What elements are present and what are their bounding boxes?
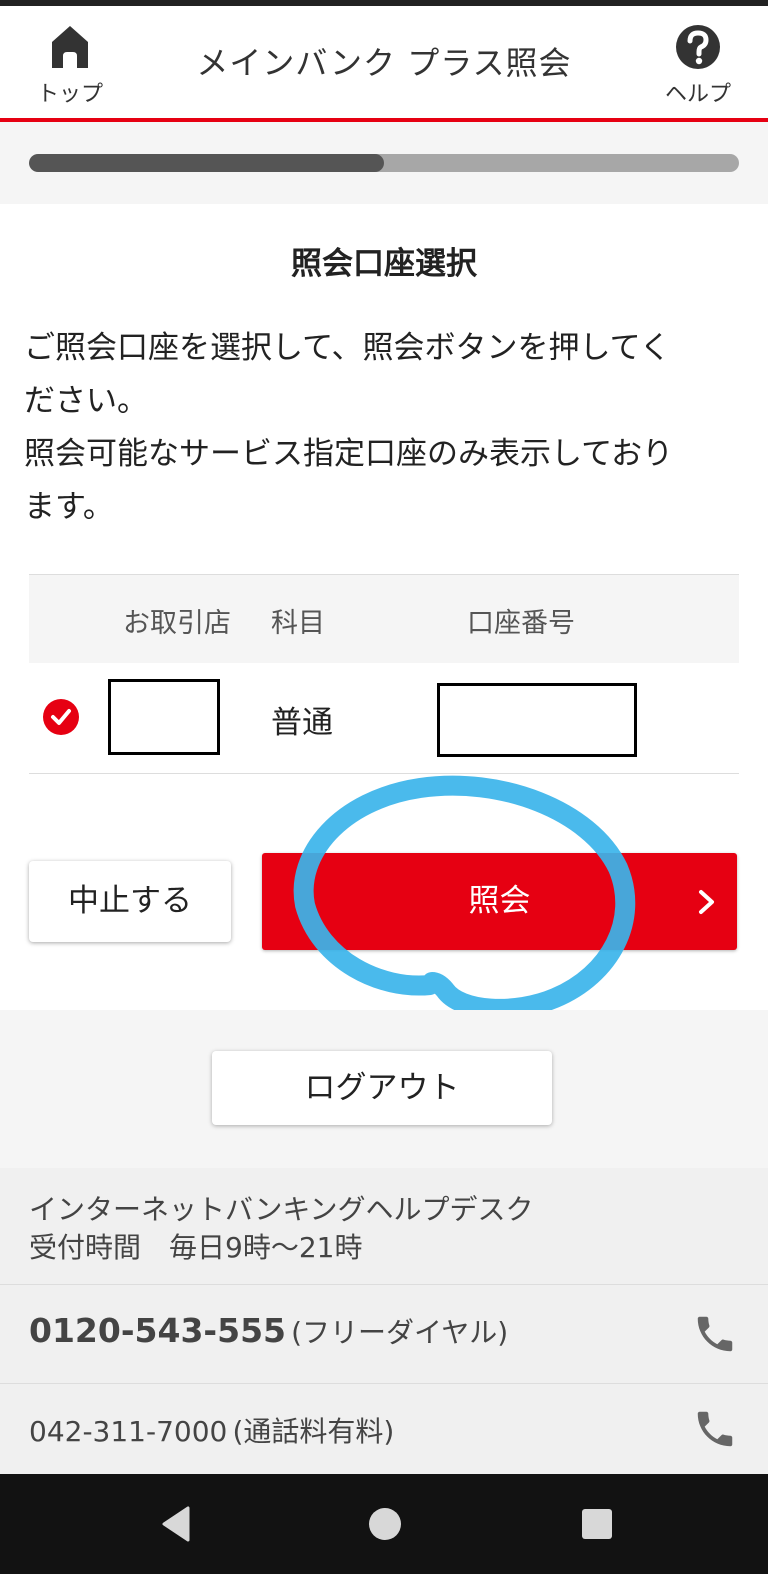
table-header: お取引店 科目 口座番号 <box>29 574 739 664</box>
recents-square-icon[interactable] <box>572 1499 622 1549</box>
phone-number-text: 0120-543-555 (フリーダイヤル) <box>29 1311 508 1351</box>
phone-icon <box>697 1411 733 1447</box>
inquiry-button-label: 照会 <box>468 883 531 919</box>
phone-number: 0120-543-555 <box>29 1311 287 1350</box>
helpdesk-info: インターネットバンキングヘルプデスク 受付時間 毎日9時～21時 <box>0 1168 768 1285</box>
column-header-branch: お取引店 <box>123 608 231 639</box>
branch-value-redacted <box>108 679 220 755</box>
inquiry-button[interactable]: 照会 <box>262 853 737 950</box>
column-header-account: 口座番号 <box>467 608 575 639</box>
cancel-button[interactable]: 中止する <box>29 861 231 942</box>
instructions-line: 照会可能なサービス指定口座のみ表示しており <box>24 436 674 472</box>
phone-note: (フリーダイヤル) <box>291 1316 509 1349</box>
home-label: トップ <box>36 82 103 107</box>
table-row[interactable]: 普通 <box>29 663 739 774</box>
home-button[interactable]: トップ <box>15 10 125 110</box>
phone-number: 042-311-7000 <box>29 1415 228 1448</box>
helpdesk-hours: 受付時間 毎日9時～21時 <box>29 1231 363 1264</box>
instructions-line: ご照会口座を選択して、照会ボタンを押してく <box>24 330 671 366</box>
column-header-type: 科目 <box>271 608 325 639</box>
account-type-value: 普通 <box>271 705 333 741</box>
instructions-line: ます。 <box>24 489 114 525</box>
section-title: 照会口座選択 <box>291 246 477 282</box>
home-icon <box>52 26 88 68</box>
check-circle-icon <box>51 709 71 725</box>
account-select-radio[interactable] <box>43 699 79 735</box>
phone-row-paid[interactable]: 042-311-7000 (通話料有料) <box>0 1384 768 1474</box>
phone-number-text: 042-311-7000 (通話料有料) <box>29 1410 394 1450</box>
back-triangle-icon[interactable] <box>152 1499 202 1549</box>
instructions-line: ださい。 <box>24 383 148 419</box>
system-nav-bar <box>0 1474 768 1574</box>
home-circle-icon[interactable] <box>360 1499 410 1549</box>
progress-bar <box>29 154 739 172</box>
logout-button[interactable]: ログアウト <box>212 1051 552 1125</box>
phone-row-freedial[interactable]: 0120-543-555 (フリーダイヤル) <box>0 1285 768 1384</box>
phone-icon <box>697 1316 733 1352</box>
phone-note: (通話料有料) <box>232 1415 395 1448</box>
help-label: ヘルプ <box>664 82 731 107</box>
account-number-redacted <box>437 683 637 757</box>
instructions-text: ご照会口座を選択して、照会ボタンを押してく ださい。 照会可能なサービス指定口座… <box>24 322 744 534</box>
progress-bar-fill <box>29 154 384 172</box>
chevron-right-icon <box>699 890 714 914</box>
helpdesk-name: インターネットバンキングヘルプデスク <box>29 1193 534 1226</box>
page-title: メインバンク プラス照会 <box>196 44 572 82</box>
help-icon <box>676 25 720 69</box>
help-button[interactable]: ヘルプ <box>643 10 753 110</box>
